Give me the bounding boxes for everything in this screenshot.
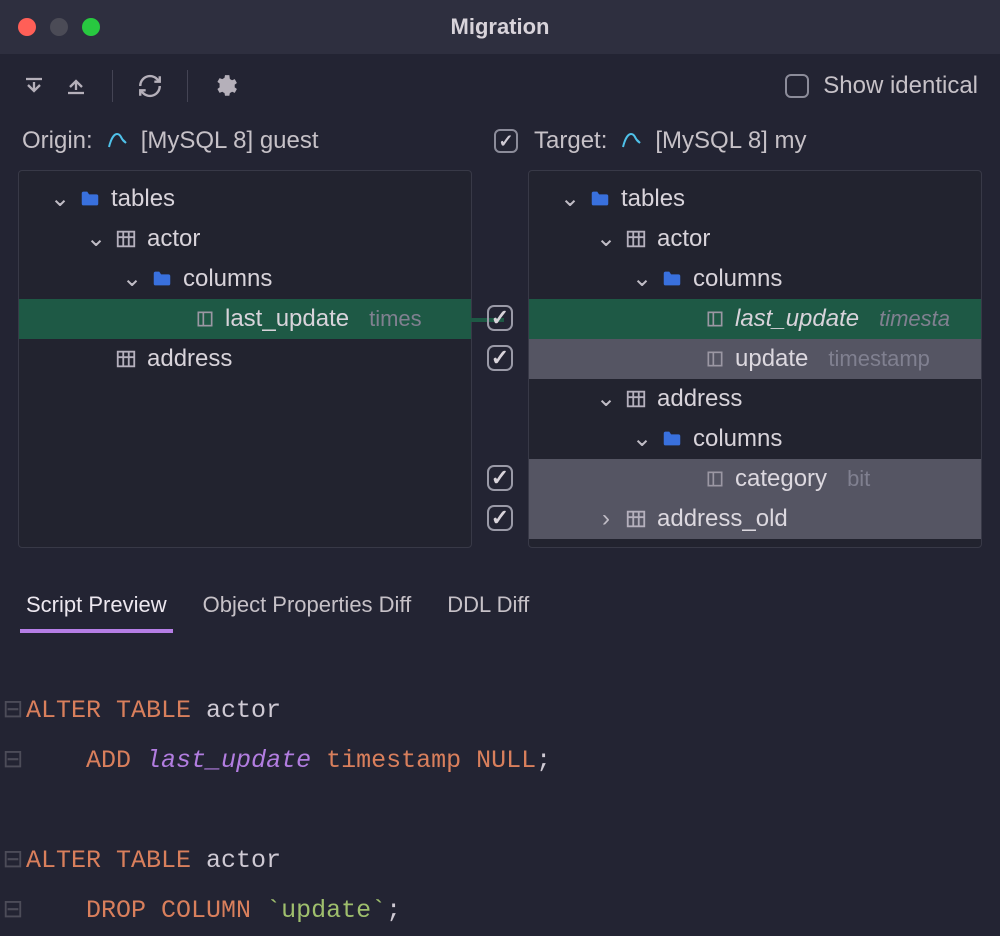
tree-label: actor (147, 227, 200, 251)
origin-label: Origin: (22, 129, 93, 153)
toolbar: Show identical (0, 54, 1000, 118)
folder-icon (661, 428, 683, 450)
show-identical-checkbox[interactable] (785, 74, 809, 98)
tree-node-column-category[interactable]: category bit (529, 459, 981, 499)
include-diff-checkbox[interactable] (487, 345, 513, 371)
chevron-down-icon: ⌄ (561, 187, 579, 211)
tree-label: update (735, 347, 808, 371)
tree-label: actor (657, 227, 710, 251)
tree-node-table-actor[interactable]: ⌄ actor (529, 219, 981, 259)
folder-icon (589, 188, 611, 210)
script-preview-editor[interactable]: ⊟ALTER TABLE actor ⊟ ADD last_update tim… (0, 632, 1000, 936)
target-tree[interactable]: ⌄ tables ⌄ actor ⌄ columns last_update t… (528, 170, 982, 548)
refresh-icon[interactable] (137, 73, 163, 99)
include-diff-checkbox[interactable] (487, 465, 513, 491)
show-identical-label: Show identical (823, 74, 978, 98)
tree-node-column-last-update[interactable]: last_update times (19, 299, 471, 339)
folder-icon (79, 188, 101, 210)
window-title: Migration (0, 16, 1000, 38)
column-icon (195, 309, 215, 329)
table-icon (625, 228, 647, 250)
column-icon (705, 349, 725, 369)
tree-node-column-last-update[interactable]: last_update timesta (529, 299, 981, 339)
chevron-down-icon: ⌄ (87, 227, 105, 251)
tab-object-properties-diff[interactable]: Object Properties Diff (203, 584, 412, 632)
table-icon (625, 388, 647, 410)
table-icon (115, 228, 137, 250)
chevron-down-icon: ⌄ (633, 267, 651, 291)
tree-node-column-update[interactable]: update timestamp (529, 339, 981, 379)
diff-link-row (472, 298, 528, 338)
show-identical-toggle[interactable]: Show identical (785, 74, 978, 98)
chevron-down-icon: ⌄ (633, 427, 651, 451)
tree-node-columns[interactable]: ⌄ columns (529, 419, 981, 459)
folder-icon (151, 268, 173, 290)
chevron-down-icon: ⌄ (123, 267, 141, 291)
column-type: timestamp (828, 348, 929, 370)
preview-tabs: Script Preview Object Properties Diff DD… (0, 568, 1000, 632)
chevron-down-icon: ⌄ (51, 187, 69, 211)
tree-node-table-actor[interactable]: ⌄ actor (19, 219, 471, 259)
target-select-all-checkbox[interactable] (494, 129, 518, 153)
tree-node-columns[interactable]: ⌄ columns (529, 259, 981, 299)
tree-label: tables (111, 187, 175, 211)
toolbar-separator (187, 70, 188, 102)
tree-node-table-address[interactable]: ⌄ address (19, 339, 471, 379)
chevron-down-icon: ⌄ (597, 387, 615, 411)
tree-label: tables (621, 187, 685, 211)
diff-checkbox-strip (472, 170, 528, 548)
gutter-fold-icon[interactable]: ⊟ (0, 686, 26, 736)
pane-headers: Origin: [MySQL 8] guest Target: [MySQL 8… (0, 118, 1000, 164)
tree-node-table-address-old[interactable]: › address_old (529, 499, 981, 539)
window-titlebar: Migration (0, 0, 1000, 54)
target-header: Target: [MySQL 8] my (534, 129, 978, 153)
toolbar-separator (112, 70, 113, 102)
tree-label: columns (693, 427, 782, 451)
column-type: bit (847, 468, 870, 490)
tree-label: address_old (657, 507, 788, 531)
tree-label: columns (693, 267, 782, 291)
tree-label: columns (183, 267, 272, 291)
tree-label: address (147, 347, 232, 371)
tree-node-table-address[interactable]: ⌄ address (529, 379, 981, 419)
column-icon (705, 309, 725, 329)
settings-icon[interactable] (212, 73, 238, 99)
tab-script-preview[interactable]: Script Preview (26, 584, 167, 632)
tree-label: address (657, 387, 742, 411)
include-diff-checkbox[interactable] (487, 305, 513, 331)
tree-node-tables[interactable]: ⌄ tables (529, 179, 981, 219)
origin-db: [MySQL 8] guest (141, 129, 319, 153)
tree-label: category (735, 467, 827, 491)
gutter-fold-icon[interactable]: ⊟ (0, 836, 26, 886)
apply-top-down-icon[interactable] (22, 74, 46, 98)
include-diff-checkbox[interactable] (487, 505, 513, 531)
mysql-icon (619, 129, 643, 153)
target-db: [MySQL 8] my (655, 129, 806, 153)
table-icon (115, 348, 137, 370)
chevron-down-icon: ⌄ (597, 227, 615, 251)
origin-header: Origin: [MySQL 8] guest (22, 129, 466, 153)
chevron-right-icon: › (597, 507, 615, 531)
tree-label: last_update (735, 307, 859, 331)
table-icon (625, 508, 647, 530)
tab-ddl-diff[interactable]: DDL Diff (447, 584, 529, 632)
gutter-fold-icon[interactable]: ⊟ (0, 736, 26, 786)
apply-bottom-up-icon[interactable] (64, 74, 88, 98)
column-type: timesta (879, 308, 950, 330)
origin-tree[interactable]: ⌄ tables ⌄ actor ⌄ columns last_update t… (18, 170, 472, 548)
mysql-icon (105, 129, 129, 153)
comparison-trees: ⌄ tables ⌄ actor ⌄ columns last_update t… (0, 164, 1000, 568)
folder-icon (661, 268, 683, 290)
tree-node-tables[interactable]: ⌄ tables (19, 179, 471, 219)
gutter-fold-icon[interactable]: ⊟ (0, 886, 26, 936)
column-icon (705, 469, 725, 489)
column-type: times (369, 308, 422, 330)
target-label: Target: (534, 129, 607, 153)
tree-label: last_update (225, 307, 349, 331)
tree-node-columns[interactable]: ⌄ columns (19, 259, 471, 299)
